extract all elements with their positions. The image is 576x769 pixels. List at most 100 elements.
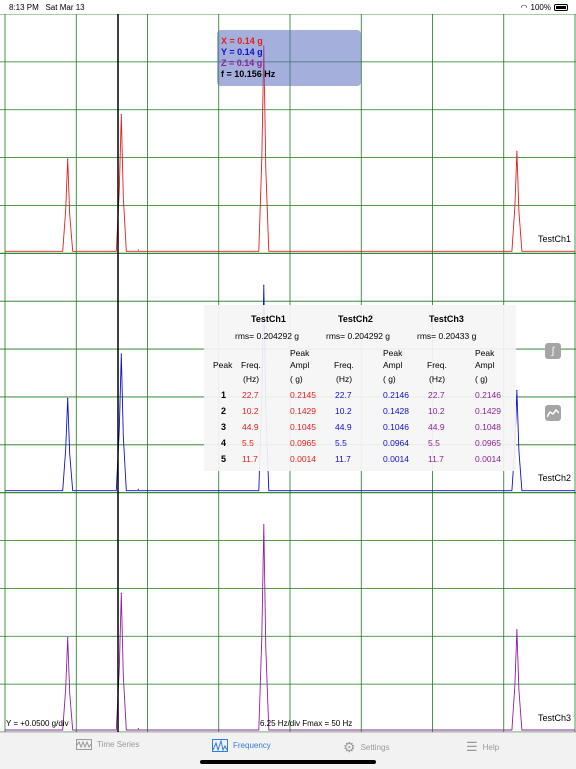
peak-rank: 3 <box>221 422 227 432</box>
gear-icon: ⚙ <box>343 739 356 755</box>
chart-icon[interactable] <box>545 405 561 421</box>
peak-table-channel-name: TestCh1 <box>251 314 286 324</box>
peak-frequency: 11.7 <box>428 454 444 464</box>
peak-amplitude: 0.2145 <box>290 390 316 400</box>
peak-table-rms: rms= 0.204292 g <box>326 331 391 341</box>
peak-frequency: 44.9 <box>428 422 445 432</box>
home-indicator <box>200 760 376 764</box>
peak-frequency: 22.7 <box>242 390 259 400</box>
peak-amplitude: 0.1429 <box>475 406 501 416</box>
peak-amplitude: 0.2146 <box>383 390 409 400</box>
battery-percent: 100% <box>530 3 551 12</box>
peak-point <box>120 592 122 594</box>
peak-point <box>263 523 265 526</box>
peak-rank: 4 <box>221 438 227 448</box>
peak-point <box>516 629 518 631</box>
channel-label-ch1: TestCh1 <box>538 234 572 244</box>
freq-header: Freq. <box>427 360 447 370</box>
peak-frequency: 10.2 <box>242 406 259 416</box>
peak-point <box>67 158 69 160</box>
tab-label: Help <box>482 742 500 752</box>
peak-point <box>120 113 122 116</box>
peak-frequency: 5.5 <box>428 438 440 448</box>
peak-table-rms: rms= 0.204292 g <box>235 331 300 341</box>
tab-help[interactable]: ☰ Help <box>466 739 499 755</box>
peak-amplitude: 0.0014 <box>290 454 316 464</box>
tab-label: Settings <box>360 743 390 752</box>
ampl-header: Ampl <box>290 360 310 370</box>
peak-point <box>516 389 518 392</box>
freq-unit-header: (Hz) <box>336 374 353 384</box>
peak-table-rms: rms= 0.20433 g <box>417 331 477 341</box>
status-bar: 8:13 PM Sat Mar 13 ◠ 100% <box>0 0 576 14</box>
ampl-header: Ampl <box>383 360 403 370</box>
peak-amplitude: 0.0965 <box>475 438 501 448</box>
cursor-frequency-value: f = 10.156 Hz <box>221 69 276 79</box>
peak-frequency: 10.2 <box>335 406 352 416</box>
ampl-header: Ampl <box>475 360 495 370</box>
x-scale-label: 6.25 Hz/div Fmax = 50 Hz <box>260 719 353 728</box>
peak-frequency: 5.5 <box>335 438 347 448</box>
freq-header: Freq. <box>334 360 354 370</box>
peak-rank: 5 <box>221 454 227 464</box>
peak-rank: 2 <box>221 406 227 416</box>
freq-header: Freq. <box>241 360 261 370</box>
peak-point <box>120 353 122 355</box>
list-icon: ☰ <box>466 739 478 754</box>
peak-amplitude: 0.1428 <box>383 406 409 416</box>
integral-icon[interactable]: ∫ <box>545 343 561 359</box>
cursor-z-value: Z = 0.14 g <box>221 58 263 68</box>
peak-frequency: 11.7 <box>335 454 351 464</box>
peak-amplitude: 0.0014 <box>475 454 501 464</box>
peak-frequency: 22.7 <box>428 390 445 400</box>
peak-frequency: 44.9 <box>335 422 352 432</box>
tab-time-series[interactable]: Time Series <box>76 739 139 750</box>
tab-settings[interactable]: ⚙ Settings <box>343 739 389 756</box>
peak-point <box>263 284 265 286</box>
frequency-icon <box>212 739 228 752</box>
tab-label: Frequency <box>233 741 271 750</box>
peak-frequency: 10.2 <box>428 406 445 416</box>
peak-rank: 1 <box>221 390 227 400</box>
cursor-readout-box: X = 0.14 g Y = 0.14 g Z = 0.14 g f = 10.… <box>217 30 361 86</box>
ampl-unit-header: ( g) <box>383 374 396 384</box>
peak-point <box>137 249 139 251</box>
cursor-y-value: Y = 0.14 g <box>221 47 263 57</box>
peak-amplitude: 0.2146 <box>475 390 501 400</box>
peak-amplitude: 0.1046 <box>383 422 409 432</box>
peak-frequency: 22.7 <box>335 390 352 400</box>
ampl-unit-header: ( g) <box>475 374 488 384</box>
peak-table-channel-name: TestCh2 <box>338 314 373 324</box>
peak-amplitude: 0.1048 <box>475 422 501 432</box>
tab-label: Time Series <box>97 740 140 749</box>
time-series-icon <box>76 739 92 750</box>
wifi-icon: ◠ <box>520 3 528 12</box>
channel-label-ch2: TestCh2 <box>538 473 572 483</box>
ampl-header: Peak <box>290 348 310 358</box>
peak-frequency: 44.9 <box>242 422 259 432</box>
peak-amplitude: 0.1429 <box>290 406 316 416</box>
peak-point <box>137 488 139 490</box>
peak-column-header: Peak <box>213 360 233 370</box>
status-time: 8:13 PM Sat Mar 13 <box>9 3 85 12</box>
peak-point <box>516 150 518 152</box>
peak-point <box>137 728 139 730</box>
peak-point <box>67 637 69 639</box>
y-scale-label: Y = +0.0500 g/div <box>6 719 69 728</box>
peak-amplitude: 0.1045 <box>290 422 316 432</box>
battery-icon <box>554 4 568 11</box>
tab-frequency[interactable]: Frequency <box>212 739 271 752</box>
peak-table: TestCh1 rms= 0.204292 g TestCh2 rms= 0.2042… <box>204 305 516 471</box>
cursor-x-value: X = 0.14 g <box>221 36 263 46</box>
peak-amplitude: 0.0014 <box>383 454 409 464</box>
channel-label-ch3: TestCh3 <box>538 713 572 723</box>
peak-amplitude: 0.0964 <box>383 438 409 448</box>
ampl-unit-header: ( g) <box>290 374 303 384</box>
peak-table-channel-name: TestCh3 <box>429 314 464 324</box>
ampl-header: Peak <box>475 348 495 358</box>
freq-unit-header: (Hz) <box>243 374 260 384</box>
peak-amplitude: 0.0965 <box>290 438 316 448</box>
status-indicators: ◠ 100% <box>521 3 568 12</box>
ampl-header: Peak <box>383 348 403 358</box>
peak-frequency: 11.7 <box>242 454 258 464</box>
